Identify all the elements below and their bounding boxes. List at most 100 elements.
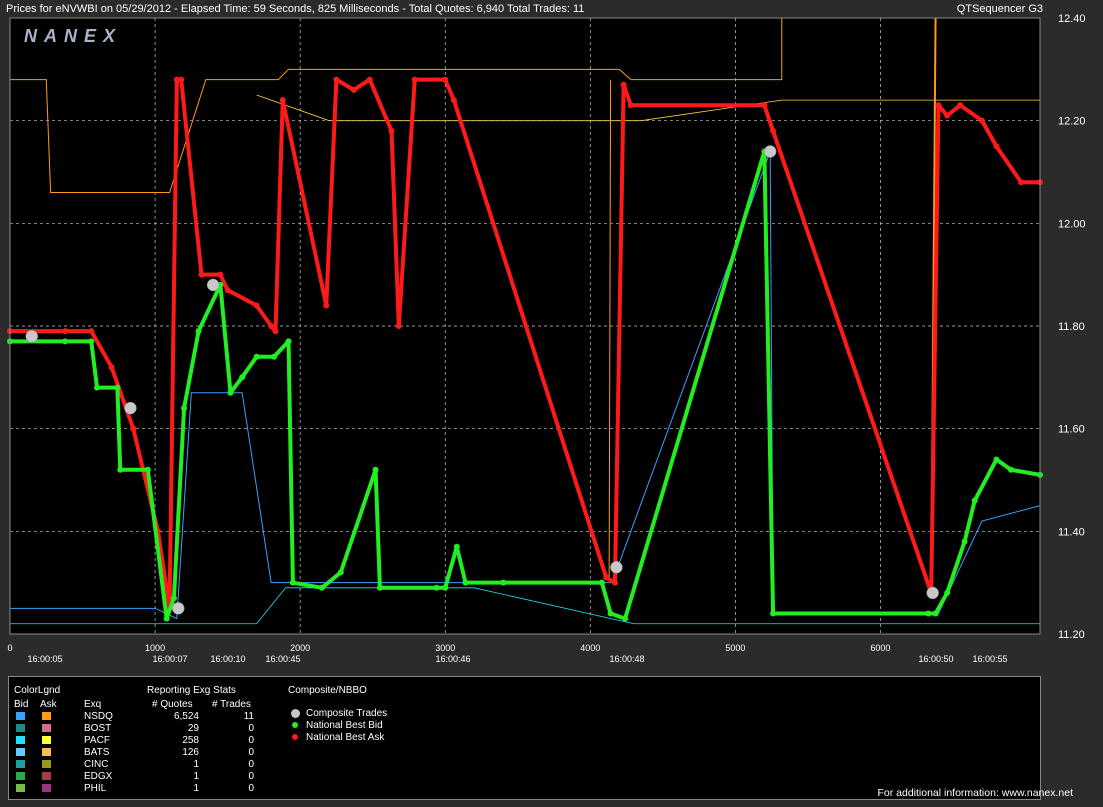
x-tick-label: 0 xyxy=(7,643,12,653)
best-ask-point xyxy=(88,328,95,335)
time-label: 16:00:48 xyxy=(609,654,644,664)
best-bid-point xyxy=(239,374,246,381)
legend-panel: ColorLgnd Bid Ask Exq Reporting Exg Stat… xyxy=(8,676,1041,800)
best-ask-point xyxy=(978,117,985,124)
best-bid-point xyxy=(961,538,968,545)
best-ask-point xyxy=(450,97,457,104)
bid-swatch xyxy=(16,748,25,756)
quotes-value: 1 xyxy=(193,771,199,782)
best-bid-point xyxy=(462,579,469,586)
best-bid-point xyxy=(500,579,507,586)
trade-marker xyxy=(926,586,939,600)
trade-marker xyxy=(172,602,185,615)
nanex-logo: NANEX xyxy=(24,26,122,46)
best-bid-point xyxy=(170,595,177,602)
bid-swatch xyxy=(16,772,25,780)
y-tick-label: 11.40 xyxy=(1058,526,1085,538)
best-ask-point xyxy=(1018,179,1025,186)
best-ask-point xyxy=(935,102,942,109)
best-ask-point xyxy=(350,86,357,93)
exq-label: CINC xyxy=(84,759,109,770)
time-label: 16:00:50 xyxy=(918,654,953,664)
best-bid-point xyxy=(144,466,151,473)
trades-value: 0 xyxy=(248,747,254,758)
quotes-value: 1 xyxy=(193,783,199,794)
best-bid-point xyxy=(376,584,383,591)
best-ask-point xyxy=(770,127,777,134)
best-bid-point xyxy=(271,353,278,360)
bid-swatch xyxy=(16,724,25,732)
best-bid-point xyxy=(318,584,325,591)
trade-marker xyxy=(763,145,777,158)
bid-swatch xyxy=(16,760,25,768)
best-bid-point xyxy=(932,610,939,617)
y-tick-label: 11.20 xyxy=(1058,629,1085,641)
quotes-value: 29 xyxy=(187,723,199,734)
ask-header: Ask xyxy=(40,699,57,710)
ask-swatch xyxy=(42,712,51,720)
best-ask-point xyxy=(620,81,627,88)
composite-title: Composite/NBBO xyxy=(288,685,367,696)
best-bid-point xyxy=(62,338,69,345)
best-ask-point xyxy=(366,76,373,83)
trade-marker xyxy=(206,278,220,292)
bid-swatch xyxy=(16,784,25,792)
quotes-value: 126 xyxy=(182,747,199,758)
x-tick-label: 3000 xyxy=(435,643,455,653)
best-bid-point xyxy=(993,456,1000,463)
best-ask-point xyxy=(957,102,964,109)
quotes-value: 1 xyxy=(193,759,199,770)
best-bid-point xyxy=(433,584,440,591)
ask-swatch xyxy=(42,748,51,756)
best-bid-point xyxy=(94,384,101,391)
best-bid-point xyxy=(285,338,292,345)
best-ask-point xyxy=(944,112,951,119)
ask-swatch xyxy=(42,784,51,792)
best-ask-point xyxy=(198,271,205,278)
x-tick-label: 1000 xyxy=(145,643,165,653)
exq-label: PACF xyxy=(84,735,110,746)
best-ask-point xyxy=(268,323,275,329)
nbbo-marker xyxy=(292,734,298,740)
y-tick-label: 11.80 xyxy=(1058,321,1085,333)
exq-label: NSDQ xyxy=(84,711,113,722)
trades-value: 11 xyxy=(243,711,254,722)
best-bid-point xyxy=(770,610,777,617)
bid-header: Bid xyxy=(14,699,29,710)
best-ask-point xyxy=(130,425,137,432)
nbbo-label: Composite Trades xyxy=(306,708,388,719)
best-bid-point xyxy=(337,569,344,576)
quotes-value: 258 xyxy=(182,735,199,746)
bid-swatch xyxy=(16,736,25,744)
best-bid-point xyxy=(944,589,951,596)
best-ask-point xyxy=(993,143,1000,150)
x-tick-label: 6000 xyxy=(870,643,890,653)
ask-swatch xyxy=(42,724,51,732)
best-bid-point xyxy=(195,328,202,335)
exq-label: EDGX xyxy=(84,771,113,782)
best-ask-point xyxy=(224,287,231,294)
x-tick-label: 4000 xyxy=(580,643,600,653)
best-bid-point xyxy=(114,384,121,391)
price-chart: NANEX 12.40 12.20 12.00 11.80 11.60 11.40 11.20… xyxy=(7,13,1086,664)
x-tick-label: 5000 xyxy=(725,643,745,653)
best-bid-point xyxy=(88,338,95,345)
trades-value: 0 xyxy=(248,759,254,770)
best-ask-point xyxy=(411,76,418,83)
trades-value: 0 xyxy=(248,735,254,746)
best-bid-point xyxy=(1007,466,1014,473)
best-bid-point xyxy=(598,579,605,586)
trades-header: # Trades xyxy=(212,699,251,710)
best-ask-point xyxy=(279,97,286,104)
trades-value: 0 xyxy=(248,783,254,794)
best-bid-point xyxy=(163,615,170,622)
best-bid-point xyxy=(372,466,379,473)
best-ask-point xyxy=(603,574,610,581)
trade-marker xyxy=(610,561,623,574)
quotes-value: 6,524 xyxy=(173,711,199,722)
best-ask-point xyxy=(333,76,340,83)
nbbo-label: National Best Bid xyxy=(306,720,383,731)
footer-note: For additional information: www.nanex.ne… xyxy=(877,787,1073,799)
best-ask-point xyxy=(108,364,115,371)
trade-marker xyxy=(25,330,39,343)
